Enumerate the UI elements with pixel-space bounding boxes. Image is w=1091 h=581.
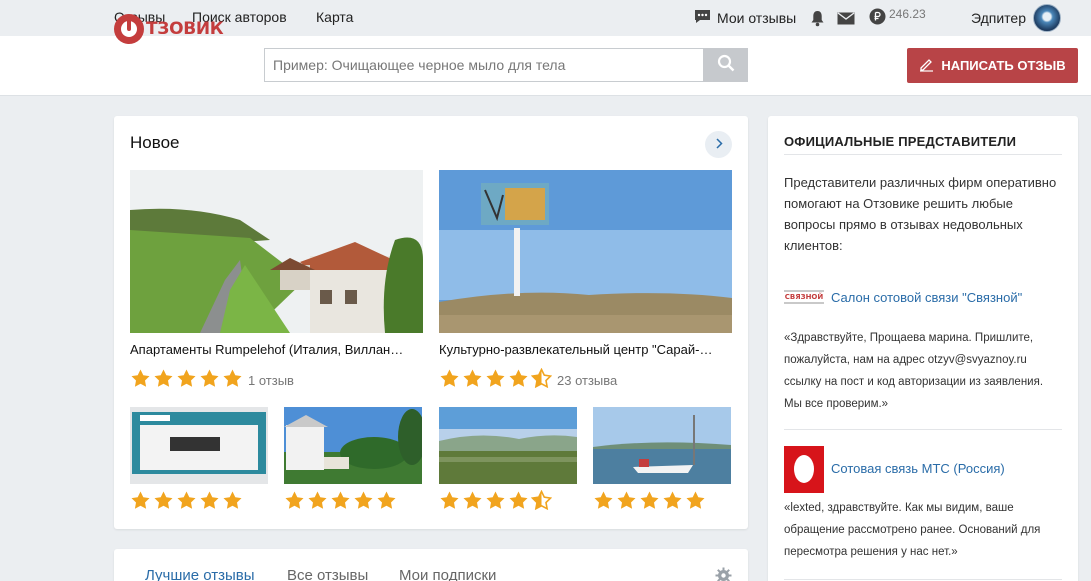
featured-title-1[interactable]: Апартаменты Rumpelehof (Италия, Виллан… [130, 342, 420, 357]
star-icon [154, 491, 173, 509]
star-icon [463, 491, 482, 509]
featured-image-1[interactable] [130, 170, 423, 333]
divider [784, 154, 1062, 155]
rep-quote-1: «Здравствуйте, Прощаева марина. Пришлите… [784, 332, 1044, 410]
balance-widget[interactable]: 246.23 [869, 0, 926, 36]
star-icon [354, 491, 373, 509]
rep-name-2[interactable]: Сотовая связь МТС (Россия) [831, 461, 1005, 476]
star-icon [223, 369, 242, 387]
logo-mark-icon [114, 14, 144, 44]
rep-name-1[interactable]: Салон сотовой связи "Связной" [831, 290, 1022, 305]
thumb-image-3[interactable] [439, 407, 577, 484]
chat-icon [694, 9, 711, 27]
rating-stars [439, 490, 552, 510]
featured-image-2[interactable] [439, 170, 732, 333]
mts-logo[interactable] [784, 446, 824, 493]
star-icon [223, 491, 242, 509]
thumb-image-1[interactable] [130, 407, 268, 484]
balance-value: 246.23 [889, 7, 926, 21]
my-reviews-label: Мои отзывы [717, 10, 797, 26]
write-review-button[interactable]: НАПИСАТЬ ОТЗЫВ [907, 48, 1078, 83]
reviews-tabs-card: Лучшие отзывы Все отзывы Мои подписки [114, 549, 748, 581]
logo-word: ТЗОВИК [146, 19, 224, 39]
sidebar-title: ОФИЦИАЛЬНЫЕ ПРЕДСТАВИТЕЛИ [784, 134, 1017, 149]
star-icon [486, 491, 505, 509]
star-half-icon [531, 368, 552, 388]
write-review-label: НАПИСАТЬ ОТЗЫВ [941, 58, 1066, 73]
mail-icon[interactable] [837, 0, 855, 36]
star-icon [440, 369, 459, 387]
featured-title-2[interactable]: Культурно-развлекательный центр "Сарай-… [439, 342, 729, 357]
star-icon [200, 369, 219, 387]
star-icon [663, 491, 682, 509]
star-icon [440, 491, 459, 509]
star-icon [131, 491, 150, 509]
next-button[interactable] [705, 131, 732, 158]
user-menu[interactable]: Эдпитер [971, 0, 1061, 36]
rating-stars [593, 490, 706, 510]
svyaznoy-logo[interactable]: СВЯЗНОЙ [784, 290, 824, 304]
rating-stars [284, 490, 397, 510]
tab-best-reviews[interactable]: Лучшие отзывы [145, 567, 255, 581]
star-icon [177, 491, 196, 509]
star-icon [486, 369, 505, 387]
new-reviews-card: Новое Апартаменты Rumpelehof (Италия, Ви… [114, 116, 748, 529]
tab-my-subscriptions[interactable]: Мои подписки [399, 567, 496, 581]
star-icon [154, 369, 173, 387]
divider [784, 579, 1062, 580]
thumb-image-2[interactable] [284, 407, 422, 484]
rating-stars [439, 368, 552, 388]
nav-map-link[interactable]: Карта [316, 9, 353, 25]
star-half-icon [531, 490, 552, 510]
search-icon [717, 54, 735, 77]
pencil-icon [919, 57, 934, 75]
star-icon [200, 491, 219, 509]
star-icon [131, 369, 150, 387]
star-icon [463, 369, 482, 387]
star-icon [177, 369, 196, 387]
star-icon [377, 491, 396, 509]
chevron-right-icon [715, 136, 723, 154]
ruble-icon [869, 8, 886, 28]
my-reviews-link[interactable]: Мои отзывы [694, 0, 796, 36]
star-icon [617, 491, 636, 509]
rating-stars [130, 368, 243, 388]
avatar [1033, 4, 1061, 32]
sidebar-intro: Представители различных фирм оперативно … [784, 175, 1057, 253]
divider [784, 429, 1062, 430]
tab-all-reviews[interactable]: Все отзывы [287, 567, 368, 581]
star-icon [509, 369, 528, 387]
star-icon [640, 491, 659, 509]
search-button[interactable] [703, 48, 748, 82]
rep-quote-2: «lexted, здравствуйте. Как мы видим, ваш… [784, 502, 1041, 558]
star-icon [686, 491, 705, 509]
star-icon [509, 491, 528, 509]
review-count-2[interactable]: 23 отзыва [557, 373, 617, 388]
logo[interactable]: ТЗОВИК [114, 14, 224, 44]
section-title: Новое [130, 133, 180, 152]
official-reps-card: ОФИЦИАЛЬНЫЕ ПРЕДСТАВИТЕЛИ Представители … [768, 116, 1078, 581]
star-icon [331, 491, 350, 509]
review-count-1[interactable]: 1 отзыв [248, 373, 294, 388]
star-icon [308, 491, 327, 509]
rating-stars [130, 490, 243, 510]
star-icon [594, 491, 613, 509]
thumb-image-4[interactable] [593, 407, 731, 484]
star-icon [285, 491, 304, 509]
bell-icon[interactable] [810, 0, 825, 36]
gear-icon[interactable] [715, 567, 732, 581]
search-input[interactable]: Пример: Очищающее черное мыло для тела [264, 48, 704, 82]
username: Эдпитер [971, 10, 1026, 26]
